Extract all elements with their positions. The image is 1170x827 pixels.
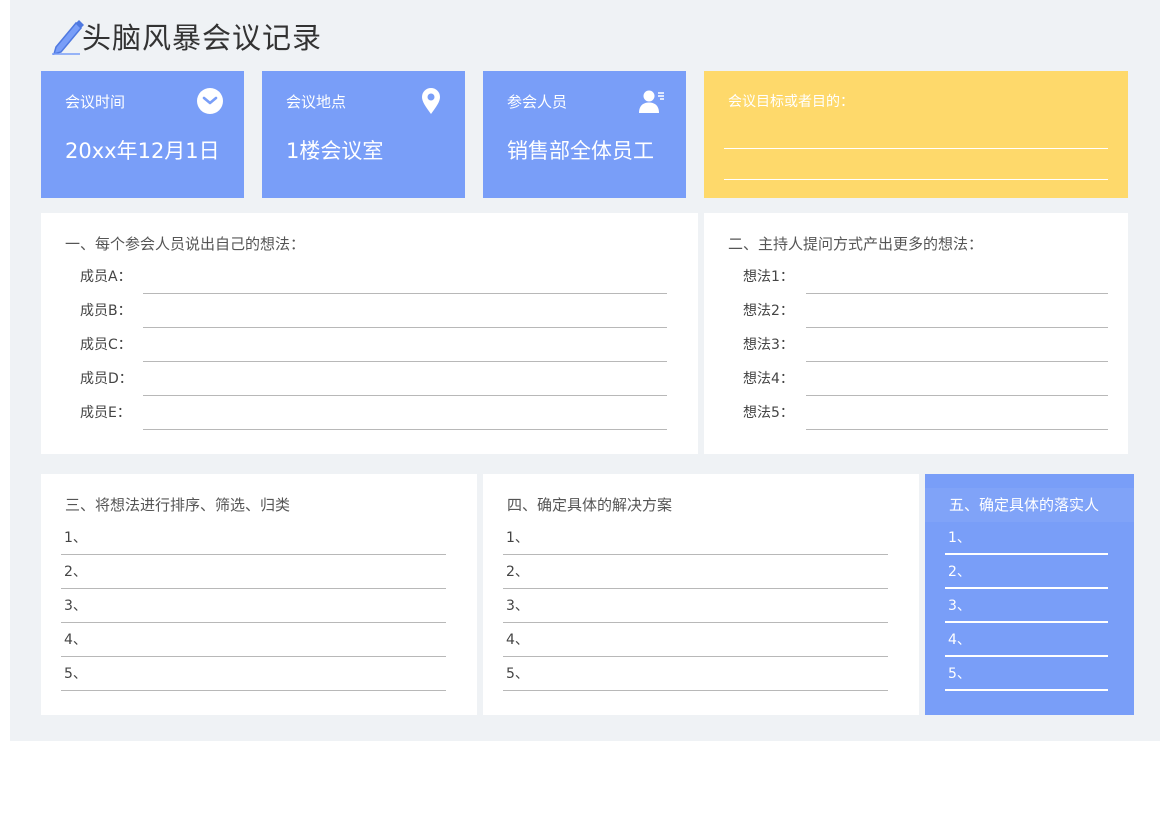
section-2-heading: 二、主持人提问方式产出更多的想法：: [728, 235, 984, 253]
idea-label: 想法5：: [743, 405, 794, 421]
list-row: 4、: [41, 623, 477, 657]
list-number: 5、: [506, 666, 529, 682]
list-row: 1、: [483, 521, 919, 555]
list-row: 5、: [41, 657, 477, 691]
list-input-line[interactable]: [61, 690, 446, 691]
section-sort-filter: 三、将想法进行排序、筛选、归类 1、 2、 3、 4、 5、: [41, 474, 477, 715]
idea-row: 想法2：: [704, 294, 1128, 328]
title-row: 头脑风暴会议记录: [50, 14, 322, 58]
pencil-icon: [52, 20, 84, 55]
section-3-heading: 三、将想法进行排序、筛选、归类: [65, 496, 291, 514]
attendees-card: 参会人员 销售部全体员工: [483, 71, 686, 198]
idea-input-line[interactable]: [806, 429, 1108, 430]
idea-row: 想法4：: [704, 362, 1128, 396]
member-label: 成员D：: [80, 371, 133, 387]
idea-label: 想法1：: [743, 269, 794, 285]
idea-label: 想法4：: [743, 371, 794, 387]
member-label: 成员B：: [80, 303, 132, 319]
assignee-row: 4、: [925, 623, 1134, 657]
idea-row: 想法5：: [704, 396, 1128, 430]
goal-line-2[interactable]: [724, 179, 1108, 180]
list-number: 1、: [64, 530, 87, 546]
section-assignees: 五、确定具体的落实人 1、 2、 3、 4、 5、: [925, 474, 1134, 715]
member-row: 成员D：: [41, 362, 698, 396]
person-icon: [639, 90, 664, 113]
list-row: 4、: [483, 623, 919, 657]
list-number: 3、: [948, 598, 971, 614]
section-member-ideas: 一、每个参会人员说出自己的想法： 成员A： 成员B： 成员C： 成员D： 成员E…: [41, 213, 698, 454]
list-row: 3、: [41, 589, 477, 623]
assignee-row: 3、: [925, 589, 1134, 623]
section-solutions: 四、确定具体的解决方案 1、 2、 3、 4、 5、: [483, 474, 919, 715]
meeting-goal-card: 会议目标或者目的：: [704, 71, 1128, 198]
meeting-location-card: 会议地点 1楼会议室: [262, 71, 465, 198]
list-number: 4、: [948, 632, 971, 648]
meeting-location-value: 1楼会议室: [286, 139, 384, 163]
idea-label: 想法2：: [743, 303, 794, 319]
member-label: 成员C：: [80, 337, 132, 353]
list-number: 4、: [506, 632, 529, 648]
list-number: 1、: [506, 530, 529, 546]
member-input-line[interactable]: [143, 429, 667, 430]
attendees-label: 参会人员: [507, 93, 568, 111]
list-number: 4、: [64, 632, 87, 648]
list-input-line[interactable]: [503, 690, 888, 691]
member-label: 成员E：: [80, 405, 131, 421]
idea-label: 想法3：: [743, 337, 794, 353]
member-label: 成员A：: [80, 269, 132, 285]
assignee-row: 1、: [925, 521, 1134, 555]
page-title: 头脑风暴会议记录: [82, 21, 323, 55]
list-row: 2、: [41, 555, 477, 589]
list-number: 3、: [506, 598, 529, 614]
list-number: 3、: [64, 598, 87, 614]
member-row: 成员B：: [41, 294, 698, 328]
assignee-row: 5、: [925, 657, 1134, 691]
list-row: 5、: [483, 657, 919, 691]
location-pin-icon: [422, 88, 440, 114]
meeting-time-label: 会议时间: [65, 93, 126, 111]
idea-row: 想法1：: [704, 260, 1128, 294]
section-5-heading: 五、确定具体的落实人: [949, 496, 1100, 514]
list-number: 5、: [948, 666, 971, 682]
goal-line-1[interactable]: [724, 148, 1108, 149]
meeting-location-label: 会议地点: [286, 93, 347, 111]
attendees-value: 销售部全体员工: [507, 139, 654, 163]
list-row: 3、: [483, 589, 919, 623]
list-number: 2、: [948, 564, 971, 580]
section-1-heading: 一、每个参会人员说出自己的想法：: [65, 235, 306, 253]
idea-row: 想法3：: [704, 328, 1128, 362]
section-4-heading: 四、确定具体的解决方案: [507, 496, 673, 514]
clock-icon: [197, 88, 223, 114]
list-row: 1、: [41, 521, 477, 555]
assignee-row: 2、: [925, 555, 1134, 589]
assignee-input-line[interactable]: [945, 689, 1108, 691]
member-row: 成员E：: [41, 396, 698, 430]
list-number: 2、: [64, 564, 87, 580]
list-row: 2、: [483, 555, 919, 589]
section-host-questions: 二、主持人提问方式产出更多的想法： 想法1： 想法2： 想法3： 想法4： 想法…: [704, 213, 1128, 454]
member-row: 成员C：: [41, 328, 698, 362]
member-row: 成员A：: [41, 260, 698, 294]
list-number: 5、: [64, 666, 87, 682]
meeting-time-value: 20xx年12月1日: [65, 139, 220, 163]
meeting-time-card: 会议时间 20xx年12月1日: [41, 71, 244, 198]
meeting-goal-label: 会议目标或者目的：: [728, 94, 854, 110]
list-number: 1、: [948, 530, 971, 546]
list-number: 2、: [506, 564, 529, 580]
